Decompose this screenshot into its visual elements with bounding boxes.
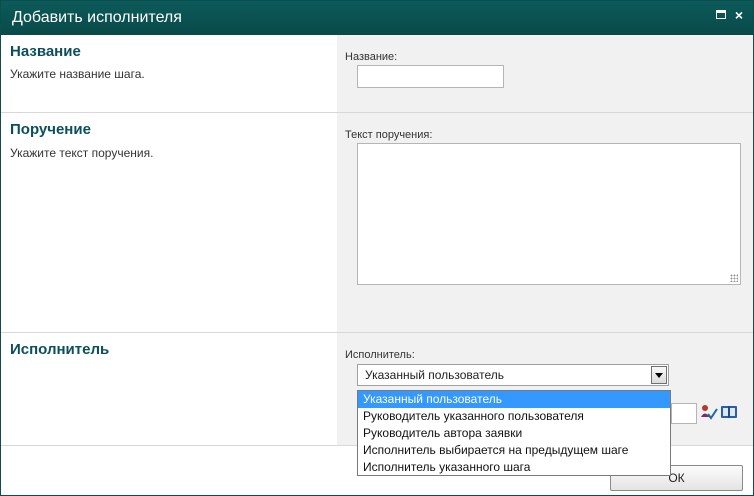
task-section-fields: Текст поручения: [337,113,753,332]
task-field-label: Текст поручения: [345,129,433,141]
executor-option[interactable]: Руководитель указанного пользователя [358,408,670,425]
task-section-title: Поручение [10,121,91,138]
check-names-icon[interactable] [700,404,718,420]
task-section-info: Поручение Укажите текст поручения. [1,113,337,332]
close-icon[interactable]: × [732,8,746,22]
name-section: Название Укажите название шага. Название… [1,35,753,113]
executor-option[interactable]: Руководитель автора заявки [358,425,670,442]
executor-section-title: Исполнитель [10,341,110,358]
task-section-description: Укажите текст поручения. [10,146,154,160]
executor-field-label: Исполнитель: [345,349,415,361]
dialog-title: Добавить исполнителя [12,9,182,26]
resize-grip-icon[interactable] [730,274,738,282]
name-field-label: Название: [345,51,398,63]
chevron-down-icon[interactable] [651,366,667,384]
executor-select[interactable]: Указанный пользователь [357,364,669,386]
address-book-icon[interactable] [720,404,738,420]
user-picker-input[interactable] [671,403,697,424]
executor-select-value: Указанный пользователь [365,368,504,382]
name-section-description: Укажите название шага. [10,67,145,81]
add-executor-dialog: Добавить исполнителя × Название Укажите … [0,0,754,496]
executor-options-list: Указанный пользователь Руководитель указ… [357,390,671,476]
executor-option[interactable]: Исполнитель указанного шага [358,459,670,476]
executor-option[interactable]: Указанный пользователь [358,391,670,408]
task-textarea[interactable] [357,143,741,285]
name-input[interactable] [357,65,504,88]
name-section-info: Название Укажите название шага. [1,35,337,112]
dialog-titlebar: Добавить исполнителя × [1,1,753,35]
task-section: Поручение Укажите текст поручения. Текст… [1,113,753,333]
maximize-icon[interactable] [714,8,728,22]
executor-section-info: Исполнитель [1,333,337,445]
name-section-title: Название [10,43,81,60]
executor-option[interactable]: Исполнитель выбирается на предыдущем шаг… [358,442,670,459]
name-section-fields: Название: [337,35,753,112]
